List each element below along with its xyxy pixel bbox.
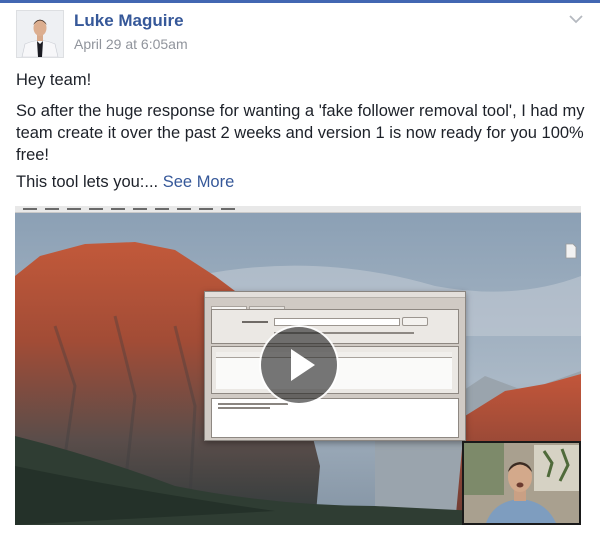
menu-item (45, 208, 59, 210)
app-field-label (242, 321, 268, 323)
app-log-line (218, 403, 288, 405)
app-text-field (274, 318, 400, 326)
post-body-text: So after the huge response for wanting a… (16, 102, 585, 164)
webcam-presenter-image (464, 443, 579, 523)
app-window-titlebar (205, 292, 465, 298)
menu-item (155, 208, 169, 210)
post-teaser-text: This tool lets you:... (16, 173, 159, 191)
see-more-link[interactable]: See More (163, 173, 235, 191)
avatar-portrait (17, 11, 63, 57)
post-options-chevron-down-icon[interactable] (566, 11, 586, 27)
menu-item (89, 208, 103, 210)
play-icon (291, 349, 315, 381)
app-log-line (218, 407, 270, 409)
app-browse-button (402, 317, 428, 326)
facebook-post: Luke Maguire April 29 at 6:05am Hey team… (0, 3, 600, 538)
post-teaser-line: This tool lets you:... See More (16, 171, 234, 193)
desktop-file-icon (565, 243, 577, 259)
menu-item (221, 208, 235, 210)
webcam-overlay (462, 441, 581, 525)
video-player[interactable] (15, 206, 581, 525)
menu-item (199, 208, 213, 210)
play-button[interactable] (261, 327, 337, 403)
post-greeting: Hey team! (16, 71, 92, 89)
author-name-link[interactable]: Luke Maguire (74, 11, 184, 31)
menu-item (177, 208, 191, 210)
video-menu-bar (15, 206, 581, 213)
menu-item (23, 208, 37, 210)
menu-item (111, 208, 125, 210)
app-tabs (211, 300, 287, 313)
app-log-panel (211, 398, 459, 438)
menu-item (133, 208, 147, 210)
post-timestamp-link[interactable]: April 29 at 6:05am (74, 36, 188, 52)
menu-item (67, 208, 81, 210)
author-avatar[interactable] (16, 10, 64, 58)
